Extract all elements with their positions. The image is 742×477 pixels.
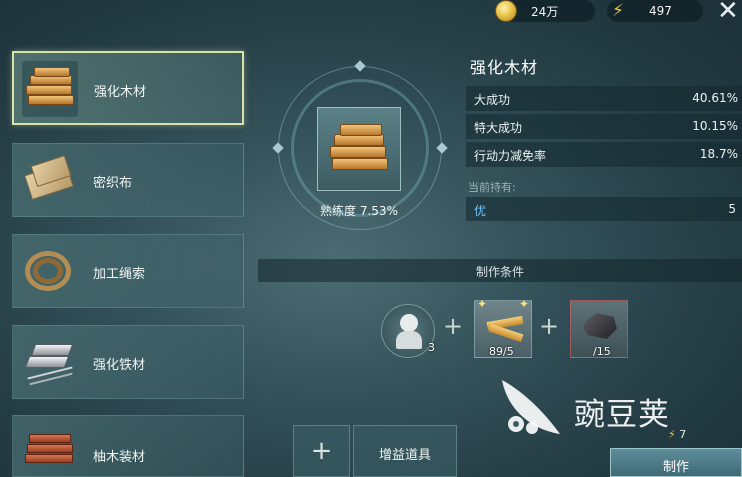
boost-items-button[interactable]: 增益道具 — [353, 425, 457, 477]
stat-value: 18.7% — [699, 147, 738, 161]
teak-board-icon — [21, 424, 77, 477]
lightning-bolt-icon: ⚡ — [668, 428, 676, 441]
material-item-rope[interactable]: 加工绳索 — [12, 234, 244, 308]
ore-chunk-icon — [583, 313, 617, 339]
requirement-ore[interactable]: /15 — [570, 300, 628, 358]
holding-count: 5 — [728, 202, 736, 216]
plus-icon: + — [539, 312, 560, 340]
material-item-label: 柚木装材 — [93, 450, 146, 465]
material-item-teak-board[interactable]: 柚木装材 — [12, 415, 244, 477]
stat-row-great-success: 大成功 40.61% — [466, 86, 742, 111]
stat-value: 10.15% — [692, 119, 738, 133]
craft-button[interactable]: 制作 — [610, 448, 742, 477]
boost-items-label: 增益道具 — [378, 448, 431, 463]
stat-label: 行动力减免率 — [474, 149, 547, 163]
material-item-label: 加工绳索 — [93, 267, 146, 282]
reinforced-wood-icon — [328, 120, 392, 180]
lightning-bolt-icon: ⚡ — [612, 1, 624, 21]
requirement-count: /15 — [593, 345, 611, 358]
proficiency-label: 熟练度 7.53% — [320, 204, 398, 218]
character-portrait-icon — [400, 314, 418, 332]
sparkle-icon: ✦ — [519, 297, 530, 311]
stat-label: 大成功 — [474, 93, 511, 107]
character-portrait-body — [396, 331, 422, 349]
plus-icon: + — [443, 312, 464, 340]
energy-cost-value: 7 — [679, 428, 687, 441]
reinforced-wood-icon — [22, 61, 78, 117]
gold-coin-icon — [495, 0, 517, 22]
sparkle-icon: ✦ — [477, 297, 488, 311]
selected-material-slot — [317, 107, 401, 191]
energy-amount: 497 — [649, 4, 672, 18]
craft-button-label: 制作 — [662, 460, 689, 475]
stat-row-super-success: 特大成功 10.15% — [466, 114, 742, 139]
plus-icon: + — [310, 436, 333, 466]
holding-row: 优 5 — [466, 197, 742, 221]
add-item-button[interactable]: + — [293, 425, 350, 477]
crafting-conditions-title: 制作条件 — [475, 265, 524, 279]
crafting-conditions-header: 制作条件 — [258, 259, 742, 282]
stat-label: 特大成功 — [474, 121, 523, 135]
requirement-count: 89/5 — [489, 345, 514, 358]
energy-cost: ⚡ 7 — [668, 428, 686, 441]
holding-label: 当前持有: — [468, 181, 516, 194]
wood-planks-icon — [485, 313, 525, 343]
material-item-label: 强化木材 — [94, 85, 147, 100]
material-item-reinforced-wood[interactable]: 强化木材 — [12, 51, 244, 125]
iron-ingot-icon — [21, 334, 77, 390]
material-item-label: 强化铁材 — [93, 358, 146, 373]
requirement-wood-planks[interactable]: ✦ ✦ 89/5 — [474, 297, 532, 358]
stat-row-energy-reduction: 行动力减免率 18.7% — [466, 142, 742, 167]
pea-pod-logo-icon — [494, 372, 566, 442]
material-title: 强化木材 — [470, 58, 539, 77]
close-icon[interactable]: ✕ — [717, 0, 739, 26]
material-item-iron[interactable]: 强化铁材 — [12, 325, 244, 399]
stat-value: 40.61% — [692, 91, 738, 105]
material-item-dense-cloth[interactable]: 密织布 — [12, 143, 244, 217]
coin-counter: 24万 — [495, 0, 595, 22]
material-item-label: 密织布 — [93, 176, 133, 191]
requirement-character[interactable]: 3 — [381, 304, 435, 358]
rope-coil-icon — [21, 243, 77, 299]
watermark-text: 豌豆荚 — [574, 397, 670, 433]
coin-amount: 24万 — [531, 4, 559, 19]
holding-grade: 优 — [474, 204, 487, 218]
dense-cloth-icon — [21, 152, 77, 208]
energy-counter: ⚡ 497 — [607, 0, 703, 22]
requirement-count: 3 — [428, 341, 435, 354]
